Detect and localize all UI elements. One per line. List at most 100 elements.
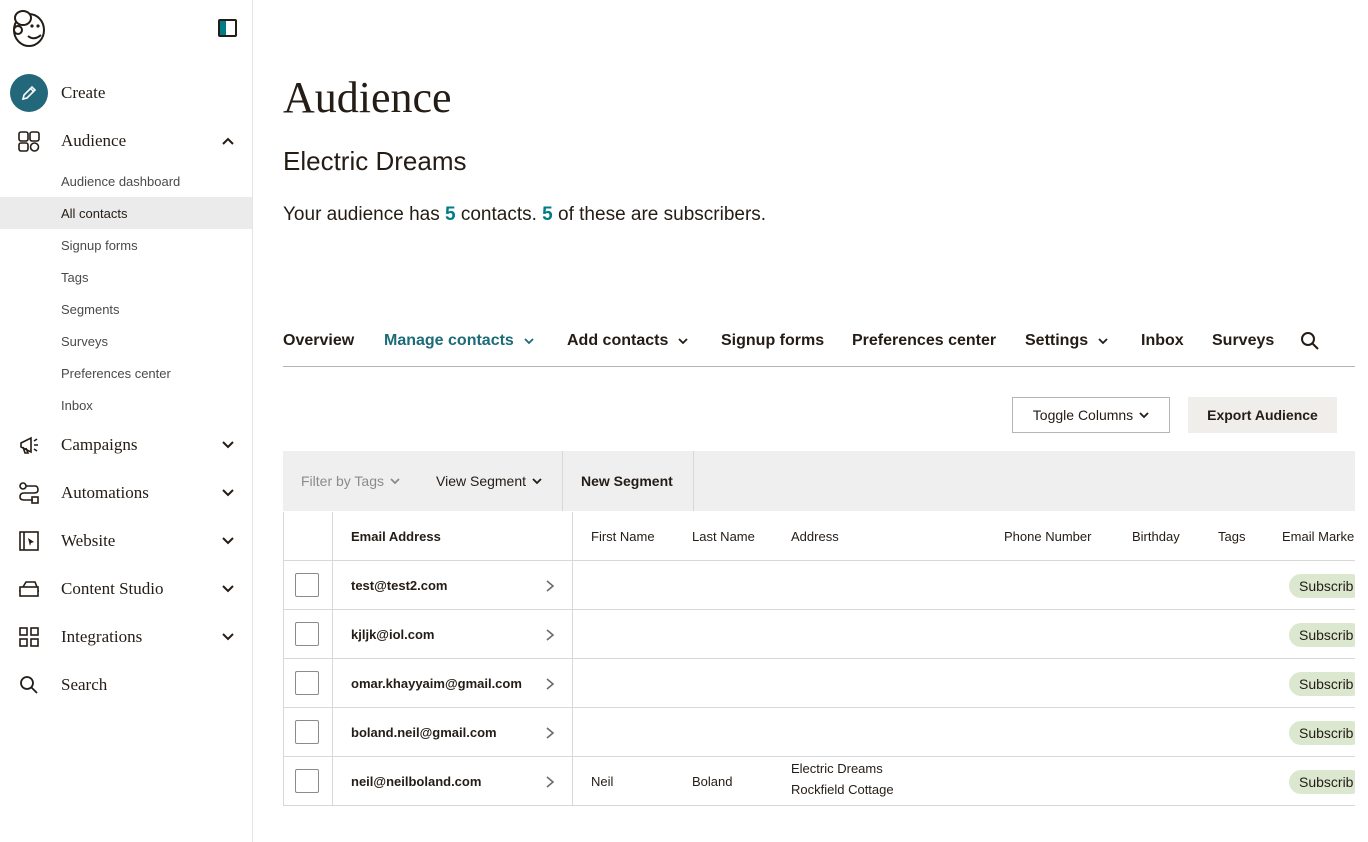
column-header-first-name[interactable]: First Name (591, 512, 655, 560)
sidebar-toggle-icon[interactable] (218, 19, 237, 37)
pencil-icon (10, 74, 48, 112)
tab-overview[interactable]: Overview (283, 332, 354, 350)
table-row[interactable]: boland.neil@gmail.com Subscrib (284, 708, 1355, 757)
sidebar-subitem-audience-dashboard[interactable]: Audience dashboard (0, 165, 252, 197)
contacts-table: Email Address First Name Last Name Addre… (283, 512, 1355, 806)
row-checkbox[interactable] (295, 769, 319, 793)
divider (332, 659, 333, 708)
view-segment-dropdown[interactable]: View Segment (436, 473, 542, 489)
sidebar-subitem-preferences-center[interactable]: Preferences center (0, 357, 252, 389)
content-studio-icon (16, 576, 42, 602)
chevron-down-icon[interactable] (220, 533, 236, 549)
mailchimp-logo[interactable] (10, 8, 48, 48)
subscribers-count[interactable]: 5 (542, 204, 553, 225)
table-row[interactable]: kjljk@iol.com Subscrib (284, 610, 1355, 659)
tab-label: Add contacts (567, 332, 669, 349)
divider (332, 757, 333, 806)
chevron-down-icon (390, 478, 400, 485)
sidebar-subitem-all-contacts[interactable]: All contacts (0, 197, 252, 229)
website-icon (16, 528, 42, 554)
filter-by-tags-dropdown[interactable]: Filter by Tags (301, 473, 400, 489)
tab-label: Overview (283, 332, 355, 349)
tab-signup-forms[interactable]: Signup forms (721, 332, 824, 350)
chevron-down-icon[interactable] (220, 581, 236, 597)
sidebar-item-campaigns[interactable]: Campaigns (0, 423, 252, 467)
chevron-down-icon[interactable] (220, 629, 236, 645)
chevron-right-icon[interactable] (544, 775, 556, 789)
column-header-birthday[interactable]: Birthday (1132, 512, 1180, 560)
search-icon[interactable] (1300, 331, 1320, 351)
column-header-last-name[interactable]: Last Name (692, 512, 755, 560)
email-cell[interactable]: boland.neil@gmail.com (351, 708, 497, 756)
divider (572, 708, 573, 757)
tab-inbox[interactable]: Inbox (1141, 332, 1184, 350)
row-checkbox[interactable] (295, 720, 319, 744)
address-line-1: Electric Dreams (791, 761, 883, 776)
table-row[interactable]: test@test2.com Subscrib (284, 561, 1355, 610)
toggle-columns-button[interactable]: Toggle Columns (1012, 397, 1170, 433)
sidebar-item-search[interactable]: Search (0, 663, 252, 707)
view-segment-label: View Segment (436, 473, 527, 489)
tab-label: Surveys (1212, 332, 1275, 349)
sidebar-item-integrations[interactable]: Integrations (0, 615, 252, 659)
new-segment-button[interactable]: New Segment (581, 473, 673, 489)
email-cell[interactable]: kjljk@iol.com (351, 610, 434, 658)
chevron-right-icon[interactable] (544, 726, 556, 740)
chevron-down-icon (524, 338, 534, 345)
table-row[interactable]: neil@neilboland.com Neil Boland Electric… (284, 757, 1355, 806)
divider (572, 512, 573, 561)
tab-settings[interactable]: Settings (1025, 332, 1108, 350)
last-name-cell: Boland (692, 773, 733, 789)
chevron-down-icon[interactable] (220, 437, 236, 453)
chevron-up-icon[interactable] (220, 133, 236, 149)
sidebar-subitem-segments[interactable]: Segments (0, 293, 252, 325)
tab-label: Settings (1025, 332, 1089, 349)
sidebar-subitem-signup-forms[interactable]: Signup forms (0, 229, 252, 261)
sidebar-item-label: Create (61, 83, 106, 102)
grid-icon (16, 624, 42, 650)
sidebar-item-label: Campaigns (61, 435, 138, 454)
column-header-email[interactable]: Email Address (351, 512, 441, 560)
export-audience-button[interactable]: Export Audience (1188, 397, 1337, 433)
divider (562, 451, 563, 511)
contacts-count[interactable]: 5 (445, 204, 456, 225)
email-cell[interactable]: neil@neilboland.com (351, 757, 481, 805)
table-header-row: Email Address First Name Last Name Addre… (284, 512, 1355, 561)
chevron-down-icon[interactable] (220, 485, 236, 501)
row-checkbox[interactable] (295, 622, 319, 646)
row-checkbox[interactable] (295, 671, 319, 695)
sidebar-subitem-tags[interactable]: Tags (0, 261, 252, 293)
divider (332, 561, 333, 610)
divider (332, 708, 333, 757)
chevron-right-icon[interactable] (544, 677, 556, 691)
sidebar-item-content-studio[interactable]: Content Studio (0, 567, 252, 611)
sidebar-subitem-surveys[interactable]: Surveys (0, 325, 252, 357)
tab-preferences-center[interactable]: Preferences center (852, 332, 996, 350)
table-row[interactable]: omar.khayyaim@gmail.com Subscrib (284, 659, 1355, 708)
tab-surveys[interactable]: Surveys (1212, 332, 1274, 350)
sidebar-item-website[interactable]: Website (0, 519, 252, 563)
row-checkbox[interactable] (295, 573, 319, 597)
tab-manage-contacts[interactable]: Manage contacts (384, 332, 534, 350)
sidebar-item-audience[interactable]: Audience (0, 119, 252, 163)
tab-add-contacts[interactable]: Add contacts (567, 332, 688, 350)
chevron-right-icon[interactable] (544, 628, 556, 642)
chevron-right-icon[interactable] (544, 579, 556, 593)
divider (572, 757, 573, 806)
sidebar-item-create[interactable]: Create (0, 71, 252, 115)
email-cell[interactable]: omar.khayyaim@gmail.com (351, 659, 522, 707)
sidebar-item-label: Audience (61, 131, 127, 150)
search-icon (16, 672, 42, 698)
audience-name: Electric Dreams (283, 146, 467, 176)
summary-suffix: of these are subscribers. (552, 204, 767, 225)
column-header-tags[interactable]: Tags (1218, 512, 1245, 560)
sidebar-item-automations[interactable]: Automations (0, 471, 252, 515)
column-header-email-marketing[interactable]: Email Marke (1282, 512, 1354, 560)
status-badge: Subscrib (1289, 672, 1355, 696)
column-header-phone[interactable]: Phone Number (1004, 512, 1091, 560)
sidebar-subitem-inbox[interactable]: Inbox (0, 389, 252, 421)
divider (572, 610, 573, 659)
column-header-address[interactable]: Address (791, 512, 839, 560)
email-cell[interactable]: test@test2.com (351, 561, 447, 609)
megaphone-icon (16, 432, 42, 458)
